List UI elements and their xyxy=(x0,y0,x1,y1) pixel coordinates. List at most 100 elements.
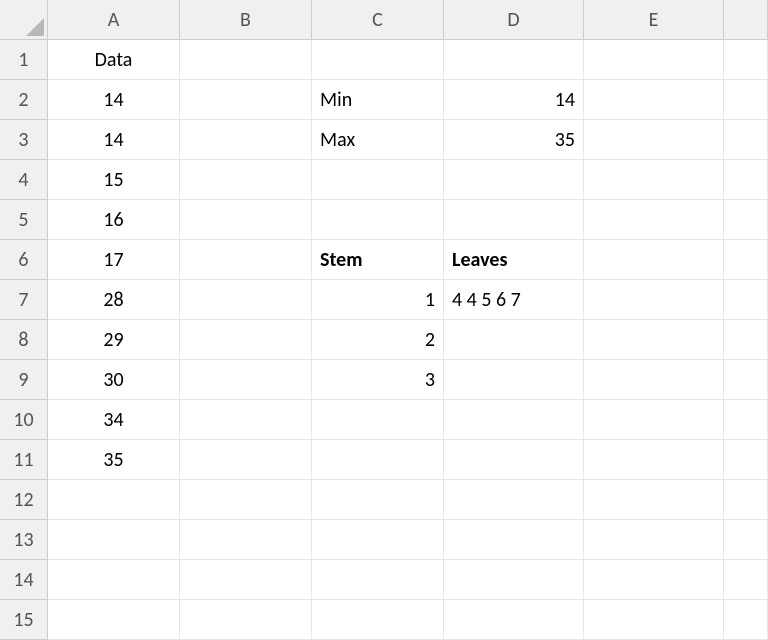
cell-C12[interactable] xyxy=(312,480,444,520)
cell-extra-6[interactable] xyxy=(724,240,768,280)
select-all-corner[interactable] xyxy=(0,0,48,40)
cell-A3[interactable]: 14 xyxy=(48,120,180,160)
cell-E4[interactable] xyxy=(584,160,724,200)
cell-D9[interactable] xyxy=(444,360,584,400)
cell-C2[interactable]: Min xyxy=(312,80,444,120)
cell-B9[interactable] xyxy=(180,360,312,400)
cell-D14[interactable] xyxy=(444,560,584,600)
cell-B6[interactable] xyxy=(180,240,312,280)
cell-D4[interactable] xyxy=(444,160,584,200)
cell-extra-10[interactable] xyxy=(724,400,768,440)
cell-A15[interactable] xyxy=(48,600,180,640)
cell-A10[interactable]: 34 xyxy=(48,400,180,440)
cell-C14[interactable] xyxy=(312,560,444,600)
cell-D5[interactable] xyxy=(444,200,584,240)
row-header-14[interactable]: 14 xyxy=(0,560,48,600)
cell-C5[interactable] xyxy=(312,200,444,240)
cell-E3[interactable] xyxy=(584,120,724,160)
row-header-13[interactable]: 13 xyxy=(0,520,48,560)
cell-B3[interactable] xyxy=(180,120,312,160)
row-header-1[interactable]: 1 xyxy=(0,40,48,80)
cell-E12[interactable] xyxy=(584,480,724,520)
col-header-B[interactable]: B xyxy=(180,0,312,40)
row-header-5[interactable]: 5 xyxy=(0,200,48,240)
cell-A12[interactable] xyxy=(48,480,180,520)
cell-A6[interactable]: 17 xyxy=(48,240,180,280)
cell-C1[interactable] xyxy=(312,40,444,80)
cell-extra-7[interactable] xyxy=(724,280,768,320)
cell-A2[interactable]: 14 xyxy=(48,80,180,120)
cell-E6[interactable] xyxy=(584,240,724,280)
cell-B10[interactable] xyxy=(180,400,312,440)
cell-E13[interactable] xyxy=(584,520,724,560)
cell-E8[interactable] xyxy=(584,320,724,360)
row-header-2[interactable]: 2 xyxy=(0,80,48,120)
cell-extra-15[interactable] xyxy=(724,600,768,640)
col-header-D[interactable]: D xyxy=(444,0,584,40)
cell-E15[interactable] xyxy=(584,600,724,640)
cell-E9[interactable] xyxy=(584,360,724,400)
cell-A7[interactable]: 28 xyxy=(48,280,180,320)
col-header-C[interactable]: C xyxy=(312,0,444,40)
cell-A14[interactable] xyxy=(48,560,180,600)
cell-C6[interactable]: Stem xyxy=(312,240,444,280)
row-header-9[interactable]: 9 xyxy=(0,360,48,400)
cell-D10[interactable] xyxy=(444,400,584,440)
cell-D1[interactable] xyxy=(444,40,584,80)
row-header-6[interactable]: 6 xyxy=(0,240,48,280)
row-header-4[interactable]: 4 xyxy=(0,160,48,200)
cell-B13[interactable] xyxy=(180,520,312,560)
cell-B15[interactable] xyxy=(180,600,312,640)
cell-C7[interactable]: 1 xyxy=(312,280,444,320)
cell-C10[interactable] xyxy=(312,400,444,440)
cell-C8[interactable]: 2 xyxy=(312,320,444,360)
cell-E2[interactable] xyxy=(584,80,724,120)
cell-C4[interactable] xyxy=(312,160,444,200)
col-header-extra[interactable] xyxy=(724,0,768,40)
cell-C11[interactable] xyxy=(312,440,444,480)
cell-extra-3[interactable] xyxy=(724,120,768,160)
cell-D6[interactable]: Leaves xyxy=(444,240,584,280)
cell-C15[interactable] xyxy=(312,600,444,640)
cell-D13[interactable] xyxy=(444,520,584,560)
cell-extra-8[interactable] xyxy=(724,320,768,360)
cell-A5[interactable]: 16 xyxy=(48,200,180,240)
row-header-7[interactable]: 7 xyxy=(0,280,48,320)
cell-B8[interactable] xyxy=(180,320,312,360)
cell-D15[interactable] xyxy=(444,600,584,640)
cell-D12[interactable] xyxy=(444,480,584,520)
cell-B14[interactable] xyxy=(180,560,312,600)
cell-E1[interactable] xyxy=(584,40,724,80)
cell-extra-9[interactable] xyxy=(724,360,768,400)
row-header-15[interactable]: 15 xyxy=(0,600,48,640)
cell-B7[interactable] xyxy=(180,280,312,320)
cell-E5[interactable] xyxy=(584,200,724,240)
row-header-10[interactable]: 10 xyxy=(0,400,48,440)
cell-C13[interactable] xyxy=(312,520,444,560)
cell-extra-11[interactable] xyxy=(724,440,768,480)
col-header-A[interactable]: A xyxy=(48,0,180,40)
cell-D11[interactable] xyxy=(444,440,584,480)
cell-C3[interactable]: Max xyxy=(312,120,444,160)
cell-E11[interactable] xyxy=(584,440,724,480)
cell-extra-2[interactable] xyxy=(724,80,768,120)
cell-extra-1[interactable] xyxy=(724,40,768,80)
cell-A1[interactable]: Data xyxy=(48,40,180,80)
cell-B11[interactable] xyxy=(180,440,312,480)
cell-A9[interactable]: 30 xyxy=(48,360,180,400)
col-header-E[interactable]: E xyxy=(584,0,724,40)
cell-extra-5[interactable] xyxy=(724,200,768,240)
cell-D7[interactable]: 4 4 5 6 7 xyxy=(444,280,584,320)
cell-C9[interactable]: 3 xyxy=(312,360,444,400)
cell-extra-14[interactable] xyxy=(724,560,768,600)
cell-A11[interactable]: 35 xyxy=(48,440,180,480)
cell-B12[interactable] xyxy=(180,480,312,520)
cell-E7[interactable] xyxy=(584,280,724,320)
cell-extra-12[interactable] xyxy=(724,480,768,520)
row-header-11[interactable]: 11 xyxy=(0,440,48,480)
cell-B5[interactable] xyxy=(180,200,312,240)
cell-extra-4[interactable] xyxy=(724,160,768,200)
cell-E10[interactable] xyxy=(584,400,724,440)
row-header-12[interactable]: 12 xyxy=(0,480,48,520)
row-header-3[interactable]: 3 xyxy=(0,120,48,160)
